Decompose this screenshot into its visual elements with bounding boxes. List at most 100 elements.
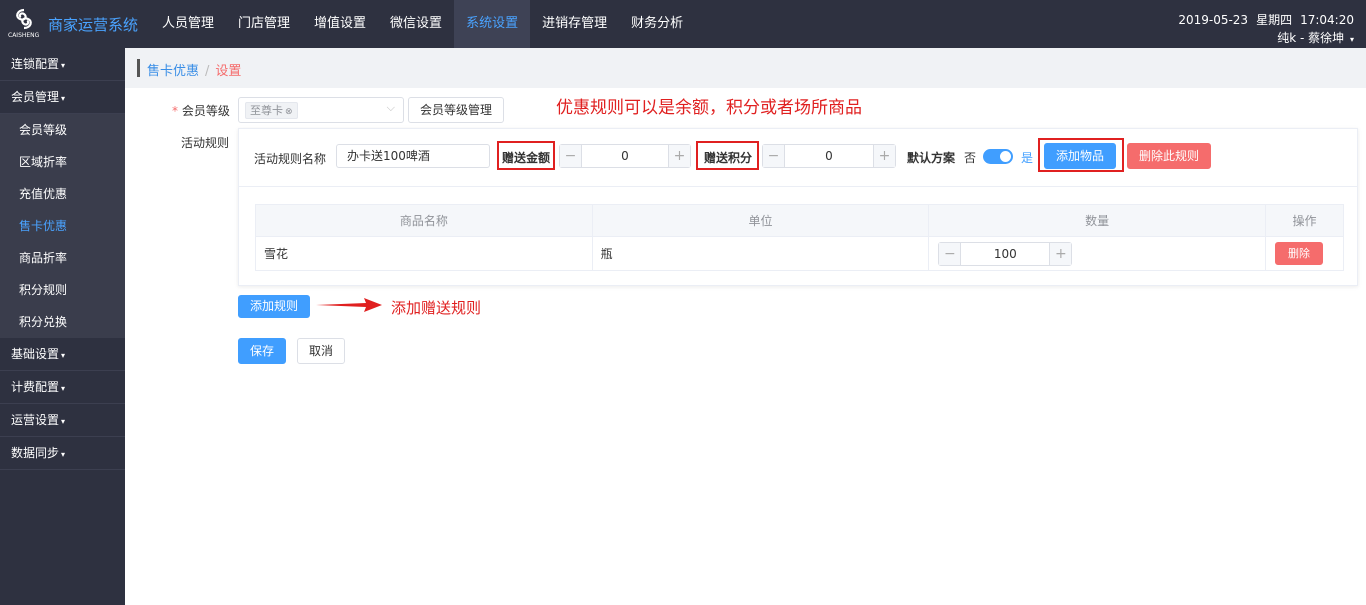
sidebar-item-card-sale-offer[interactable]: 售卡优惠 bbox=[0, 210, 125, 242]
required-mark: * bbox=[172, 104, 178, 118]
app-title: 商家运营系统 bbox=[48, 16, 139, 34]
breadcrumb-marker bbox=[137, 59, 140, 77]
minus-icon[interactable]: − bbox=[560, 145, 582, 167]
toggle-knob bbox=[1000, 151, 1011, 162]
tag-label: 至尊卡 bbox=[250, 104, 283, 117]
chevron-down-icon: ▾ bbox=[61, 450, 66, 459]
chevron-down-icon: ▾ bbox=[61, 94, 66, 103]
column-header-goods-name: 商品名称 bbox=[255, 204, 593, 237]
cell-quantity: − 100 + bbox=[928, 236, 1266, 271]
default-yes-label: 是 bbox=[1021, 151, 1034, 165]
column-header-quantity: 数量 bbox=[928, 204, 1266, 237]
sidebar-item-region-discount[interactable]: 区域折率 bbox=[0, 146, 125, 178]
delete-rule-button[interactable]: 删除此规则 bbox=[1127, 143, 1211, 169]
minus-icon[interactable]: − bbox=[763, 145, 785, 167]
chevron-down-icon: ▾ bbox=[61, 384, 66, 393]
sidebar-group-label: 会员管理 bbox=[11, 90, 60, 104]
top-navbar: CAISHENG 商家运营系统 人员管理 门店管理 增值设置 微信设置 系统设置… bbox=[0, 0, 1366, 48]
close-icon[interactable]: ⊗ bbox=[285, 107, 293, 117]
user-menu[interactable]: 纯k - 蔡徐坤 ▾ bbox=[1277, 29, 1354, 46]
gift-points-stepper[interactable]: − 0 + bbox=[762, 144, 896, 168]
breadcrumb: 售卡优惠 / 设置 bbox=[125, 48, 1366, 88]
date: 2019-05-23 bbox=[1178, 13, 1249, 27]
add-goods-button[interactable]: 添加物品 bbox=[1044, 143, 1116, 169]
sidebar-group-label: 基础设置 bbox=[11, 347, 60, 361]
chevron-down-icon: ▾ bbox=[61, 61, 66, 70]
cell-unit: 瓶 bbox=[591, 236, 930, 271]
annotation-top-note: 优惠规则可以是余额，积分或者场所商品 bbox=[556, 98, 862, 118]
sidebar: 连锁配置 ▾ 会员管理 ▾ 会员等级 区域折率 充值优惠 售卡优惠 商品折率 积分规… bbox=[0, 48, 125, 605]
nav-personnel[interactable]: 人员管理 bbox=[150, 0, 226, 48]
nav-finance[interactable]: 财务分析 bbox=[619, 0, 695, 48]
gift-points-value[interactable]: 0 bbox=[785, 145, 873, 167]
default-plan-toggle[interactable] bbox=[983, 149, 1013, 164]
quantity-stepper[interactable]: − 100 + bbox=[938, 242, 1073, 266]
cell-action: 删除 bbox=[1265, 236, 1344, 271]
logo-text: CAISHENG bbox=[8, 32, 40, 39]
cancel-button[interactable]: 取消 bbox=[297, 338, 345, 364]
table-header-row: 商品名称 单位 数量 操作 bbox=[255, 204, 1344, 237]
gift-amount-label: 赠送金额 bbox=[502, 151, 551, 165]
nav-inventory[interactable]: 进销存管理 bbox=[530, 0, 619, 48]
member-level-tag: 至尊卡 ⊗ bbox=[245, 102, 298, 119]
quantity-value[interactable]: 100 bbox=[961, 243, 1049, 265]
sidebar-group-data-sync[interactable]: 数据同步 ▾ bbox=[0, 437, 125, 470]
sidebar-item-points-exchange[interactable]: 积分兑换 bbox=[0, 306, 125, 338]
annotation-add-rule-note: 添加赠送规则 bbox=[391, 299, 482, 317]
gift-amount-stepper[interactable]: − 0 + bbox=[559, 144, 691, 168]
sidebar-item-points-rules[interactable]: 积分规则 bbox=[0, 274, 125, 306]
save-button[interactable]: 保存 bbox=[238, 338, 286, 364]
delete-row-button[interactable]: 删除 bbox=[1275, 242, 1323, 265]
member-level-select[interactable]: 至尊卡 ⊗ ⌵ bbox=[238, 97, 404, 123]
logo: CAISHENG bbox=[8, 8, 42, 42]
plus-icon[interactable]: + bbox=[1049, 243, 1072, 265]
minus-icon[interactable]: − bbox=[939, 243, 962, 265]
sidebar-group-member-management[interactable]: 会员管理 ▾ bbox=[0, 81, 125, 114]
breadcrumb-separator: / bbox=[205, 64, 210, 79]
rule-name-label: 活动规则名称 bbox=[254, 152, 327, 166]
weekday: 星期四 bbox=[1256, 13, 1293, 27]
datetime: 2019-05-23 星期四 17:04:20 bbox=[1170, 11, 1354, 28]
user-name: 纯k - 蔡徐坤 bbox=[1277, 31, 1345, 45]
breadcrumb-parent[interactable]: 售卡优惠 bbox=[147, 64, 199, 79]
plus-icon[interactable]: + bbox=[668, 145, 690, 167]
sidebar-item-recharge-offer[interactable]: 充值优惠 bbox=[0, 178, 125, 210]
default-plan-label: 默认方案 bbox=[907, 151, 956, 165]
column-header-action: 操作 bbox=[1265, 204, 1344, 237]
top-nav: 人员管理 门店管理 增值设置 微信设置 系统设置 进销存管理 财务分析 bbox=[150, 0, 695, 48]
add-rule-button[interactable]: 添加规则 bbox=[238, 295, 310, 318]
breadcrumb-current: 设置 bbox=[215, 64, 242, 79]
plus-icon[interactable]: + bbox=[873, 145, 895, 167]
member-level-label-text: 会员等级 bbox=[181, 104, 230, 118]
sidebar-group-label: 计费配置 bbox=[11, 380, 60, 394]
sidebar-group-label: 运营设置 bbox=[11, 413, 60, 427]
sidebar-group-basic-settings[interactable]: 基础设置 ▾ bbox=[0, 338, 125, 371]
sidebar-group-chain-config[interactable]: 连锁配置 ▾ bbox=[0, 48, 125, 81]
nav-wechat[interactable]: 微信设置 bbox=[378, 0, 454, 48]
sidebar-item-goods-discount[interactable]: 商品折率 bbox=[0, 242, 125, 274]
time: 17:04:20 bbox=[1300, 13, 1354, 27]
chevron-down-icon: ▾ bbox=[61, 351, 66, 360]
rule-name-input[interactable]: 办卡送100啤酒 bbox=[336, 144, 490, 168]
chevron-down-icon: ▾ bbox=[1349, 35, 1354, 44]
default-no-label: 否 bbox=[964, 151, 977, 165]
nav-system-settings[interactable]: 系统设置 bbox=[454, 0, 531, 48]
nav-value-added[interactable]: 增值设置 bbox=[302, 0, 378, 48]
sidebar-group-label: 数据同步 bbox=[11, 446, 60, 460]
activity-rules-label: 活动规则 bbox=[181, 136, 230, 150]
member-level-label: * 会员等级 bbox=[172, 102, 230, 119]
column-header-unit: 单位 bbox=[591, 204, 930, 237]
logo-icon bbox=[16, 8, 32, 30]
sidebar-group-operation-settings[interactable]: 运营设置 ▾ bbox=[0, 404, 125, 437]
rule-header: 活动规则名称 办卡送100啤酒 赠送金额 − 0 + 赠送积分 − 0 + 默认… bbox=[239, 129, 1357, 187]
nav-stores[interactable]: 门店管理 bbox=[226, 0, 302, 48]
chevron-down-icon: ▾ bbox=[61, 417, 66, 426]
cell-goods-name: 雪花 bbox=[255, 236, 593, 271]
rule-panel: 活动规则名称 办卡送100啤酒 赠送金额 − 0 + 赠送积分 − 0 + 默认… bbox=[238, 128, 1358, 286]
sidebar-item-member-level[interactable]: 会员等级 bbox=[0, 114, 125, 146]
gift-points-label: 赠送积分 bbox=[704, 151, 753, 165]
table-row: 雪花 瓶 − 100 + 删除 bbox=[255, 236, 1344, 271]
sidebar-group-billing-config[interactable]: 计费配置 ▾ bbox=[0, 371, 125, 404]
member-level-manage-button[interactable]: 会员等级管理 bbox=[408, 97, 504, 123]
gift-amount-value[interactable]: 0 bbox=[582, 145, 668, 167]
